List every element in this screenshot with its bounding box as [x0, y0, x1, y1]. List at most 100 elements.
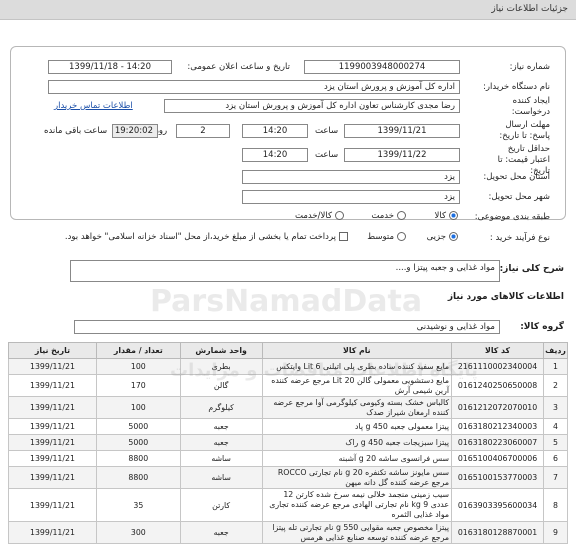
unit-cell: کارتن: [179, 488, 263, 522]
table-row: 9 0163180128870001 پیتزا مخصوص جعبه مقوایی…: [8, 521, 568, 544]
column-header: واحد شمارش: [179, 342, 263, 359]
goods-table: ردیف کد کالا نام کالا واحد شمارش تعداد /…: [8, 342, 568, 544]
process-label: نوع فرآیند خرید :: [489, 233, 550, 243]
table-row: 4 0163180212340003 پیتزا معمولی جعبه 450 g…: [8, 418, 568, 435]
radio-selected-icon: [449, 211, 458, 220]
buyer-label: نام دستگاه خریدار:: [483, 82, 550, 92]
table-row: 2 0161240250650008 مایع دستشویی معمولی گال…: [8, 374, 568, 397]
goods-group-label: گروه کالا:: [520, 322, 564, 332]
checkbox-icon: [339, 232, 348, 241]
column-header: نام کالا: [261, 342, 453, 359]
item-name-cell: پیتزا معمولی جعبه 450 g پاد: [261, 418, 453, 435]
row-number-cell: 5: [543, 434, 568, 451]
item-name-cell: سیب زمینی منجمد خلالی نیمه سرخ شده کارتن…: [261, 488, 453, 522]
watermark-logo-text: ParsNamadData: [150, 284, 423, 319]
item-code-cell: 2161110002340004: [451, 358, 545, 375]
validity-time-label: ساعت: [315, 150, 339, 160]
need-number-label: شماره نیاز:: [509, 62, 550, 72]
column-header: کد کالا: [451, 342, 545, 359]
unit-cell: ساشه: [179, 450, 263, 467]
need-date-cell: 1399/11/21: [8, 358, 97, 375]
item-code-cell: 0163180223060007: [451, 434, 545, 451]
need-date-cell: 1399/11/21: [8, 450, 97, 467]
remaining-time-field: 19:20:02: [112, 124, 158, 138]
city-label: شهر محل تحویل:: [488, 192, 550, 202]
need-date-cell: 1399/11/21: [8, 466, 97, 489]
reply-date-field[interactable]: 1399/11/21: [344, 124, 460, 138]
quantity-cell: 8800: [95, 466, 181, 489]
need-date-cell: 1399/11/21: [8, 434, 97, 451]
item-name-cell: مایع سفید کننده ساده بطری پلی اتیلنی 6 L…: [261, 358, 453, 375]
validity-time-field[interactable]: 14:20: [242, 148, 308, 162]
table-row: 1 2161110002340004 مایع سفید کننده ساده بط…: [8, 358, 568, 375]
category-option-goods[interactable]: کالا: [432, 211, 458, 221]
city-field[interactable]: یزد: [242, 190, 460, 204]
buyer-field[interactable]: اداره کل آموزش و پرورش استان یزد: [48, 80, 460, 94]
summary-field[interactable]: مواد غذایی و جعبه پیتزا و....: [70, 260, 500, 282]
column-header: تعداد / مقدار: [95, 342, 181, 359]
reply-time-label: ساعت: [315, 126, 339, 136]
item-code-cell: 0163180212340003: [451, 418, 545, 435]
unit-cell: جعبه: [179, 521, 263, 544]
radio-icon: [397, 211, 406, 220]
item-code-cell: 0163180128870001: [451, 521, 545, 544]
table-row: 5 0163180223060007 پیتزا سبزیجات جعبه 450 …: [8, 434, 568, 451]
process-option-minor[interactable]: جزیی: [424, 232, 458, 242]
table-row: 8 0163903395600034 سیب زمینی منجمد خلالی ن…: [8, 488, 568, 522]
item-name-cell: پیتزا سبزیجات جعبه 450 g راک: [261, 434, 453, 451]
unit-cell: جعبه: [179, 418, 263, 435]
radio-selected-icon: [449, 232, 458, 241]
goods-section-title: اطلاعات کالاهای مورد نیاز: [447, 292, 564, 302]
category-option-service[interactable]: خدمت: [368, 211, 406, 221]
remaining-time-label: ساعت باقی مانده: [44, 126, 108, 136]
row-number-cell: 3: [543, 396, 568, 419]
province-label: استان محل تحویل:: [483, 172, 550, 182]
process-option-medium[interactable]: متوسط: [364, 232, 406, 242]
table-row: 3 0161212072070010 کالباس خشک بسته وکیومی …: [8, 396, 568, 419]
quantity-cell: 300: [95, 521, 181, 544]
item-name-cell: سس مایونز ساشه تکنفره 20 g نام تجارتی RO…: [261, 466, 453, 489]
treasury-payment-checkbox[interactable]: پرداخت تمام یا بخشی از مبلغ خرید،از محل …: [62, 232, 348, 242]
column-header: ردیف: [543, 342, 568, 359]
announce-label: تاریخ و ساعت اعلان عمومی:: [187, 62, 290, 72]
reply-time-field[interactable]: 14:20: [242, 124, 308, 138]
validity-date-field[interactable]: 1399/11/22: [344, 148, 460, 162]
announce-field[interactable]: 1399/11/18 - 14:20: [48, 60, 172, 74]
item-code-cell: 0165100153770003: [451, 466, 545, 489]
header-bar: جزئیات اطلاعات نیاز: [0, 0, 576, 20]
row-number-cell: 8: [543, 488, 568, 522]
creator-label: ایجاد کننده درخواست:: [511, 96, 550, 117]
unit-cell: گالن: [179, 374, 263, 397]
need-number-field[interactable]: 1199003948000274: [304, 60, 460, 74]
item-code-cell: 0165100406700006: [451, 450, 545, 467]
row-number-cell: 4: [543, 418, 568, 435]
row-number-cell: 2: [543, 374, 568, 397]
unit-cell: کیلوگرم: [179, 396, 263, 419]
item-code-cell: 0161240250650008: [451, 374, 545, 397]
row-number-cell: 9: [543, 521, 568, 544]
quantity-cell: 5000: [95, 434, 181, 451]
need-date-cell: 1399/11/21: [8, 396, 97, 419]
quantity-cell: 100: [95, 358, 181, 375]
goods-group-field[interactable]: مواد غذایی و نوشیدنی: [74, 320, 500, 334]
buyer-contact-link[interactable]: اطلاعات تماس خریدار: [54, 101, 133, 111]
item-name-cell: پیتزا مخصوص جعبه مقوایی 550 g نام تجارتی…: [261, 521, 453, 544]
days-remaining-field[interactable]: 2: [176, 124, 230, 138]
radio-icon: [397, 232, 406, 241]
quantity-cell: 170: [95, 374, 181, 397]
quantity-cell: 5000: [95, 418, 181, 435]
item-name-cell: مایع دستشویی معمولی گالن 20 Lit مرجع عرض…: [261, 374, 453, 397]
summary-label: شرح کلی نیاز:: [499, 264, 564, 274]
unit-cell: بطری: [179, 358, 263, 375]
category-option-goods-service[interactable]: کالا/خدمت: [292, 211, 344, 221]
table-header-row: ردیف کد کالا نام کالا واحد شمارش تعداد /…: [8, 342, 568, 359]
need-date-cell: 1399/11/21: [8, 488, 97, 522]
item-code-cell: 0163903395600034: [451, 488, 545, 522]
unit-cell: جعبه: [179, 434, 263, 451]
province-field[interactable]: یزد: [242, 170, 460, 184]
row-number-cell: 7: [543, 466, 568, 489]
creator-field[interactable]: رضا مجدی کارشناس تعاون اداره کل آموزش و …: [164, 99, 460, 113]
quantity-cell: 8800: [95, 450, 181, 467]
row-number-cell: 1: [543, 358, 568, 375]
unit-cell: ساشه: [179, 466, 263, 489]
